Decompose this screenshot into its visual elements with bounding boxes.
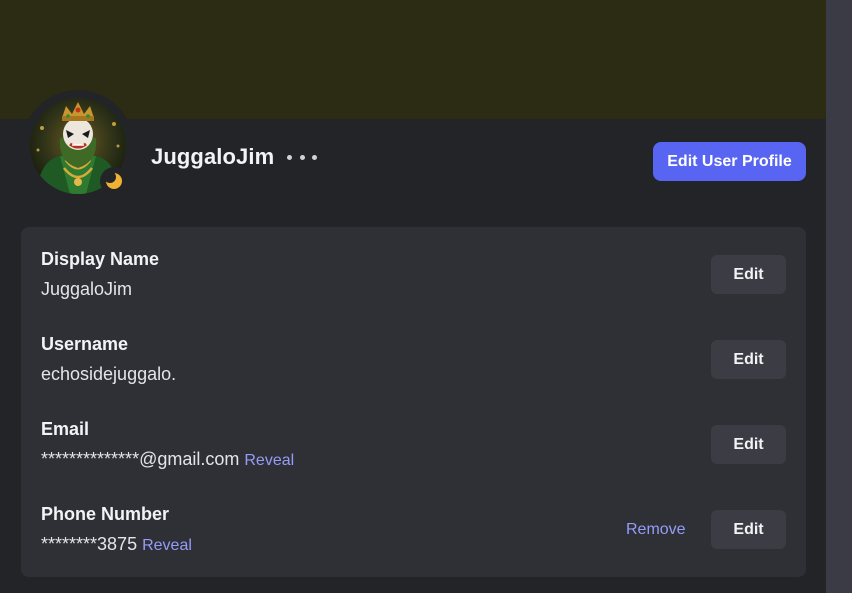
display-name-value: JuggaloJim bbox=[41, 279, 132, 300]
email-value: **************@gmail.com Reveal bbox=[41, 449, 294, 470]
email-label: Email bbox=[41, 419, 90, 439]
phone-label: Phone Number bbox=[41, 504, 170, 524]
edit-phone-button[interactable]: Edit bbox=[711, 510, 786, 549]
username-text: echosidejuggalo. bbox=[41, 364, 177, 384]
display-name-text: JuggaloJim bbox=[41, 279, 133, 299]
dot bbox=[312, 154, 317, 160]
dot bbox=[287, 154, 292, 160]
profile-username: JuggaloJim bbox=[151, 144, 275, 169]
reveal-email-link[interactable]: Reveal bbox=[244, 452, 294, 469]
account-info-panel: Display Name JuggaloJim Edit Username ec… bbox=[21, 227, 806, 577]
reveal-phone-link[interactable]: Reveal bbox=[142, 537, 192, 554]
dot bbox=[299, 154, 305, 160]
remove-phone-link[interactable]: Remove bbox=[626, 510, 686, 549]
status-indicator bbox=[100, 167, 128, 195]
edit-display-name-button[interactable]: Edit bbox=[711, 255, 786, 294]
edit-user-profile-button[interactable]: Edit User Profile bbox=[653, 142, 806, 181]
display-name-row: Display Name JuggaloJim Edit bbox=[21, 249, 806, 319]
ellipsis-icon[interactable] bbox=[287, 148, 317, 166]
profile-card: JuggaloJim Edit User Profile Display Nam… bbox=[0, 0, 826, 593]
username-label: Username bbox=[41, 334, 129, 354]
phone-row: Phone Number ********3875 Reveal Remove E… bbox=[21, 504, 806, 574]
email-text: **************@gmail.com bbox=[41, 449, 240, 469]
email-row: Email **************@gmail.com Reveal Edi… bbox=[21, 419, 806, 489]
phone-value: ********3875 Reveal bbox=[41, 534, 192, 555]
phone-text: ********3875 bbox=[41, 534, 138, 554]
edit-username-button[interactable]: Edit bbox=[711, 340, 786, 379]
display-name-label: Display Name bbox=[41, 249, 160, 269]
scrollbar-track[interactable] bbox=[826, 0, 852, 593]
profile-banner bbox=[0, 0, 826, 119]
edit-email-button[interactable]: Edit bbox=[711, 425, 786, 464]
username-row: Username echosidejuggalo. Edit bbox=[21, 334, 806, 404]
user-profile-settings: JuggaloJim Edit User Profile Display Nam… bbox=[0, 0, 852, 593]
username-value: echosidejuggalo. bbox=[41, 364, 176, 385]
moon-icon bbox=[105, 172, 122, 189]
